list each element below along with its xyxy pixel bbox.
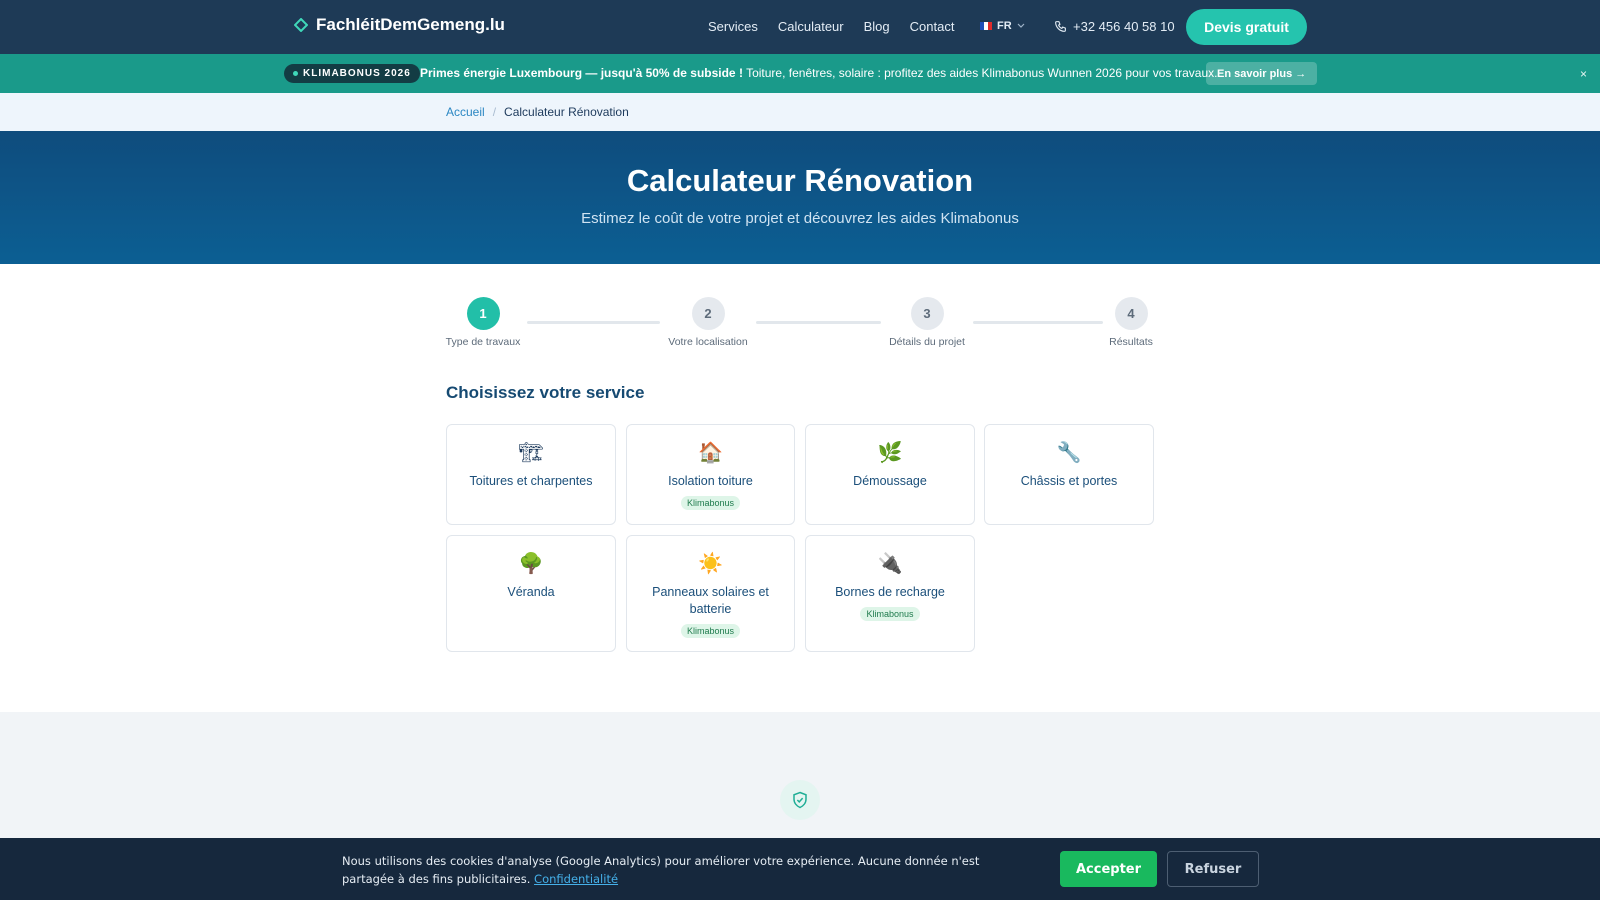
nav-calculateur[interactable]: Calculateur	[778, 19, 844, 34]
service-card-isolation[interactable]: 🏠 Isolation toiture Klimabonus	[626, 424, 795, 525]
service-label: Véranda	[507, 585, 555, 599]
service-label: Panneaux solaires et batterie	[652, 585, 769, 616]
leaf-icon: 🌿	[877, 442, 903, 464]
close-icon[interactable]: ×	[1580, 67, 1587, 81]
cookie-text: Nous utilisons des cookies d'analyse (Go…	[342, 854, 980, 886]
badge-text: KLIMABONUS 2026	[303, 68, 411, 79]
step-1[interactable]: 1 Type de travaux	[438, 297, 528, 348]
devis-gratuit-button[interactable]: Devis gratuit	[1186, 9, 1307, 45]
breadcrumb-bar: Accueil / Calculateur Rénovation	[0, 93, 1600, 131]
klimabonus-tag: Klimabonus	[860, 607, 920, 621]
house-icon: 🏠	[698, 442, 723, 464]
breadcrumb-separator: /	[492, 105, 497, 119]
cookie-banner: Nous utilisons des cookies d'analyse (Go…	[0, 838, 1600, 900]
step-4-label: Résultats	[1109, 336, 1153, 348]
step-2-label: Votre localisation	[668, 336, 748, 348]
services-title: Choisissez votre service	[446, 383, 645, 402]
step-1-label: Type de travaux	[445, 336, 521, 348]
chevron-down-icon	[1017, 23, 1025, 28]
nav-contact[interactable]: Contact	[910, 19, 955, 34]
site-header: FachléitDemGemeng.lu Services Calculateu…	[0, 0, 1600, 54]
service-card-demoussage[interactable]: 🌿 Démoussage	[805, 424, 975, 525]
nav-blog[interactable]: Blog	[864, 19, 890, 34]
promo-text: Primes énergie Luxembourg — jusqu'à 50% …	[420, 66, 1217, 80]
cookie-message: Nous utilisons des cookies d'analyse (Go…	[342, 852, 1002, 888]
step-3[interactable]: 3 Détails du projet	[882, 297, 972, 348]
construction-icon: 🏗	[518, 442, 544, 464]
service-card-veranda[interactable]: 🌳 Véranda	[446, 535, 616, 652]
step-4[interactable]: 4 Résultats	[1086, 297, 1176, 348]
logo-text: FachléitDemGemeng.lu	[316, 15, 505, 34]
page-title: Calculateur Rénovation	[626, 163, 974, 198]
breadcrumb-home[interactable]: Accueil	[446, 105, 485, 119]
language-code: FR	[997, 20, 1012, 32]
step-3-label: Détails du projet	[889, 336, 965, 348]
phone-link[interactable]: +32 456 40 58 10	[1054, 19, 1175, 34]
step-connector	[527, 321, 660, 324]
main-nav: Services Calculateur Blog Contact	[708, 19, 954, 34]
service-label: Toitures et charpentes	[469, 474, 593, 488]
promo-headline: Primes énergie Luxembourg — jusqu'à 50% …	[420, 66, 743, 80]
service-label: Démoussage	[853, 474, 927, 488]
tree-icon: 🌳	[518, 553, 544, 575]
step-connector	[973, 321, 1103, 324]
nav-services[interactable]: Services	[708, 19, 758, 34]
language-selector[interactable]: FR	[980, 20, 1025, 32]
en-savoir-plus-button[interactable]: En savoir plus →	[1206, 62, 1318, 85]
plug-icon: 🔌	[877, 553, 903, 575]
service-card-panneaux-solaires[interactable]: ☀️ Panneaux solaires et batterie Klimabo…	[626, 535, 795, 652]
logo[interactable]: FachléitDemGemeng.lu	[294, 15, 505, 35]
service-card-chassis[interactable]: 🔧 Châssis et portes	[984, 424, 1154, 525]
promo-body: Toiture, fenêtres, solaire : profitez de…	[742, 66, 1218, 80]
service-label: Isolation toiture	[668, 474, 753, 488]
step-1-number: 1	[466, 297, 500, 330]
accept-cookies-button[interactable]: Accepter	[1060, 851, 1157, 887]
phone-number: +32 456 40 58 10	[1073, 19, 1175, 34]
klimabonus-badge: KLIMABONUS 2026	[284, 64, 420, 83]
page-subtitle: Estimez le coût de votre projet et décou…	[581, 210, 1019, 227]
klimabonus-tag: Klimabonus	[680, 496, 741, 510]
service-card-bornes-recharge[interactable]: 🔌 Bornes de recharge Klimabonus	[805, 535, 975, 652]
step-2[interactable]: 2 Votre localisation	[663, 297, 753, 348]
shield-badge	[780, 780, 820, 820]
promo-banner: KLIMABONUS 2026 Primes énergie Luxembour…	[0, 54, 1600, 93]
french-flag-icon	[980, 22, 992, 30]
wrench-icon: 🔧	[1056, 442, 1082, 464]
hero-section: Calculateur Rénovation Estimez le coût d…	[0, 131, 1600, 264]
diamond-logo-icon	[294, 18, 308, 32]
klimabonus-tag: Klimabonus	[680, 624, 741, 638]
privacy-link[interactable]: Confidentialité	[534, 872, 618, 886]
breadcrumb-current: Calculateur Rénovation	[504, 105, 629, 119]
step-2-number: 2	[691, 297, 725, 330]
service-label: Châssis et portes	[1020, 474, 1118, 488]
step-connector	[756, 321, 881, 324]
service-card-toitures[interactable]: 🏗 Toitures et charpentes	[446, 424, 616, 525]
sun-icon: ☀️	[698, 553, 723, 575]
step-3-number: 3	[910, 297, 944, 330]
refuse-cookies-button[interactable]: Refuser	[1167, 851, 1259, 887]
progress-stepper: 1 Type de travaux 2 Votre localisation 3…	[446, 297, 1154, 357]
step-4-number: 4	[1114, 297, 1148, 330]
badge-dot-icon	[293, 71, 298, 76]
breadcrumb: Accueil / Calculateur Rénovation	[446, 105, 629, 119]
shield-check-icon	[793, 791, 807, 809]
phone-icon	[1055, 21, 1066, 32]
service-label: Bornes de recharge	[835, 585, 945, 599]
